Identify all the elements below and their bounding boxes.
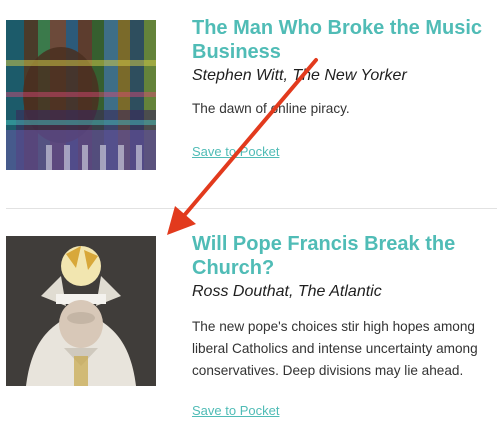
save-to-pocket-link[interactable]: Save to Pocket [192, 403, 279, 418]
article-excerpt: The dawn of online piracy. [192, 101, 350, 116]
article-title[interactable]: Will Pope Francis Break the Church? [192, 232, 492, 280]
article-excerpt: The new pope's choices stir high hopes a… [192, 319, 478, 378]
article-byline: Stephen Witt, The New Yorker [192, 67, 407, 84]
article-thumbnail[interactable] [6, 20, 156, 170]
save-to-pocket-link[interactable]: Save to Pocket [192, 144, 279, 159]
divider [6, 208, 497, 209]
article-thumbnail[interactable] [6, 236, 156, 386]
portrait-image [6, 20, 156, 170]
arrow-head [167, 206, 196, 235]
article-byline: Ross Douthat, The Atlantic [192, 283, 382, 300]
article-title[interactable]: The Man Who Broke the Music Business [192, 16, 492, 64]
illustration-image [6, 236, 156, 386]
